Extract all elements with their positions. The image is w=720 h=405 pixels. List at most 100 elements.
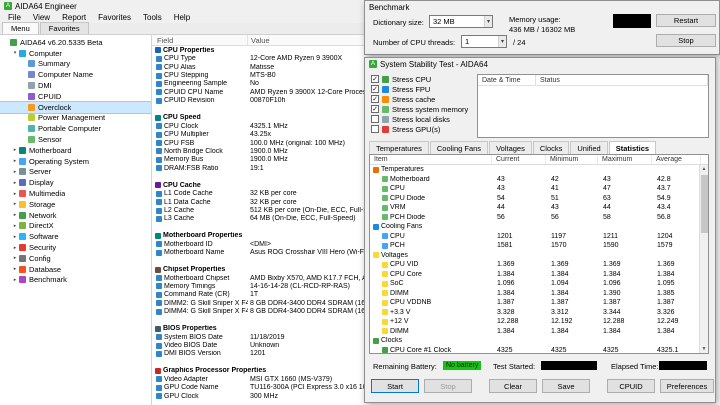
stats-row-cpu-vid: CPU VID 1.369 1.369 1.369 1.369 xyxy=(370,260,708,270)
report-field: Memory Timings xyxy=(152,283,248,290)
it-temp-icon xyxy=(382,185,388,192)
sidebar-item-aida64-v6-20-5335-beta[interactable]: AIDA64 v6.20.5335 Beta xyxy=(0,37,151,48)
button-stop[interactable]: Stop xyxy=(424,379,472,393)
button-cpuid[interactable]: CPUID xyxy=(607,379,655,393)
stats-value: 12.249 xyxy=(657,318,679,326)
stats-item-label: Temperatures xyxy=(381,166,424,174)
sidebar-item-network[interactable]: ▸ Network xyxy=(0,210,151,221)
stats-value: 1.096 xyxy=(497,280,515,288)
menu-favorites[interactable]: Favorites xyxy=(92,13,137,22)
checkbox-box[interactable]: ✓ xyxy=(371,85,379,93)
checkbox-box[interactable] xyxy=(371,115,379,123)
stats-value: 12.288 xyxy=(497,318,519,326)
sidebar-item-config[interactable]: ▸ Config xyxy=(0,253,151,264)
sidebar-item-multimedia[interactable]: ▸ Multimedia xyxy=(0,188,151,199)
sidebar-item-software[interactable]: ▸ Software xyxy=(0,231,151,242)
sidebar-item-summary[interactable]: Summary xyxy=(0,59,151,70)
stats-value: 1.095 xyxy=(657,280,675,288)
stats-header: Item Current Minimum Maximum Average xyxy=(370,155,708,165)
button-clear[interactable]: Clear xyxy=(489,379,537,393)
field-item-icon xyxy=(156,291,162,298)
checkbox-stress-system-memory[interactable]: ✓ Stress system memory xyxy=(371,104,468,114)
stats-value: 3.344 xyxy=(603,308,621,316)
tab-cooling-fans[interactable]: Cooling Fans xyxy=(429,141,489,154)
button-save[interactable]: Save xyxy=(542,379,590,393)
sidebar-item-storage[interactable]: ▸ Storage xyxy=(0,199,151,210)
it-volt-icon xyxy=(382,290,388,297)
checkbox-box[interactable] xyxy=(371,125,379,133)
sidebar-item-motherboard[interactable]: ▸ Motherboard xyxy=(0,145,151,156)
field-item-icon xyxy=(156,283,162,290)
stats-item: CPU Core xyxy=(370,271,492,278)
report-field: DIMM2: G Skill Sniper X F4-3400C16-8GSXW xyxy=(152,300,248,307)
menu-report[interactable]: Report xyxy=(56,13,92,22)
stats-scrollbar[interactable]: ▲ ▼ xyxy=(699,165,708,353)
stats-value: 1201 xyxy=(497,232,513,240)
report-field-label: North Bridge Clock xyxy=(164,147,223,155)
sidebar-item-security[interactable]: ▸ Security xyxy=(0,242,151,253)
checkbox-box[interactable]: ✓ xyxy=(371,105,379,113)
sidebar-item-computer[interactable]: ▾ Computer xyxy=(0,48,151,59)
sidebar-item-label: Operating System xyxy=(29,156,90,166)
sidebar-item-sensor[interactable]: Sensor xyxy=(0,134,151,145)
checkbox-stress-local-disks[interactable]: Stress local disks xyxy=(371,114,468,124)
sidebar-item-label: Multimedia xyxy=(29,189,66,199)
stats-value: 1.369 xyxy=(603,261,621,269)
stats-value: 1590 xyxy=(603,242,619,250)
tab-unified[interactable]: Unified xyxy=(570,141,608,154)
menu-tools[interactable]: Tools xyxy=(137,13,168,22)
checkbox-stress-cpu[interactable]: ✓ Stress CPU xyxy=(371,74,468,84)
it-volt-icon xyxy=(382,271,388,278)
benchmark-titlebar[interactable]: Benchmark xyxy=(365,1,719,13)
sidebar-item-display[interactable]: ▸ Display xyxy=(0,177,151,188)
menu-help[interactable]: Help xyxy=(168,13,196,22)
sidebar-item-benchmark[interactable]: ▸ Benchmark xyxy=(0,275,151,286)
menu-file[interactable]: File xyxy=(2,13,27,22)
report-field: GPU Code Name xyxy=(152,384,248,391)
cpu-threads-select[interactable]: 1 ▾ xyxy=(461,35,507,48)
sidebar-item-portable-computer[interactable]: Portable Computer xyxy=(0,123,151,134)
sidebar-item-operating-system[interactable]: ▸ Operating System xyxy=(0,156,151,167)
sidebar-item-power-management[interactable]: Power Management xyxy=(0,113,151,124)
stats-column-minimum: Minimum xyxy=(546,155,598,164)
menu-view[interactable]: View xyxy=(27,13,56,22)
tab-temperatures[interactable]: Temperatures xyxy=(369,141,429,154)
stop-button[interactable]: Stop xyxy=(656,34,716,47)
sidebar-item-label: DirectX xyxy=(29,221,54,231)
button-preferences[interactable]: Preferences xyxy=(660,379,714,393)
tab-statistics[interactable]: Statistics xyxy=(608,141,657,154)
tab-voltages[interactable]: Voltages xyxy=(489,141,532,154)
sidebar-item-directx[interactable]: ▸ DirectX xyxy=(0,221,151,232)
tab-clocks[interactable]: Clocks xyxy=(532,141,570,154)
sidebar-item-label: Storage xyxy=(29,199,56,209)
tab-favorites[interactable]: Favorites xyxy=(39,22,89,34)
report-field-label: Graphics Processor Properties xyxy=(163,367,267,375)
report-field-label: CPU Clock xyxy=(164,122,199,130)
checkbox-box[interactable]: ✓ xyxy=(371,75,379,83)
checkbox-stress-fpu[interactable]: ✓ Stress FPU xyxy=(371,84,468,94)
scroll-up-icon[interactable]: ▲ xyxy=(700,165,708,174)
scroll-thumb[interactable] xyxy=(701,175,708,233)
stability-titlebar[interactable]: A System Stability Test - AIDA64 xyxy=(365,58,715,70)
stats-value: 43 xyxy=(551,204,559,212)
checkbox-box[interactable]: ✓ xyxy=(371,95,379,103)
checkbox-stress-cache[interactable]: ✓ Stress cache xyxy=(371,94,468,104)
scroll-down-icon[interactable]: ▼ xyxy=(700,345,708,353)
section-gpu-icon xyxy=(155,367,161,374)
tree-collapsed-icon: ▸ xyxy=(13,147,17,154)
sidebar-item-overclock[interactable]: Overclock xyxy=(0,100,151,114)
tab-menu[interactable]: Menu xyxy=(2,22,39,34)
sidebar-item-dmi[interactable]: DMI xyxy=(0,80,151,91)
restart-button[interactable]: Restart xyxy=(656,14,716,27)
report-field-label: CPU Speed xyxy=(163,114,201,122)
sidebar-item-database[interactable]: ▸ Database xyxy=(0,264,151,275)
grp-clock-icon xyxy=(373,337,379,344)
dictionary-size-select[interactable]: 32 MB ▾ xyxy=(429,15,493,28)
button-start[interactable]: Start xyxy=(371,379,419,393)
test-started-label: Test Started: xyxy=(493,362,536,371)
sidebar-item-cpuid[interactable]: CPUID xyxy=(0,91,151,102)
stats-row-clocks: Clocks xyxy=(370,336,708,346)
sidebar-item-server[interactable]: ▸ Server xyxy=(0,167,151,178)
checkbox-stress-gpu-s[interactable]: Stress GPU(s) xyxy=(371,124,468,134)
sidebar-item-computer-name[interactable]: Computer Name xyxy=(0,69,151,80)
